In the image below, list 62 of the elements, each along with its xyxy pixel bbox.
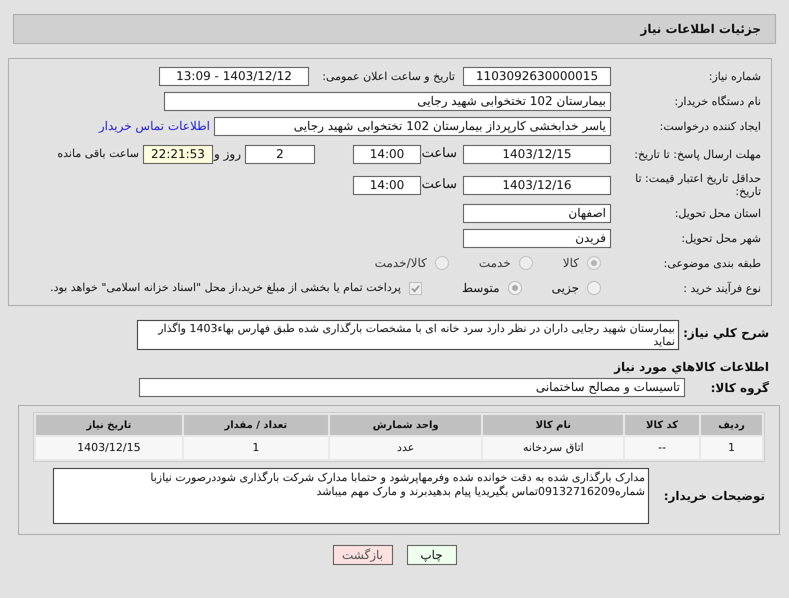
field-label: استان محل تحویل: <box>674 206 761 220</box>
summary-label: شرح کلي نياز: <box>682 325 769 342</box>
radio-button[interactable] <box>587 256 601 270</box>
field-label: نوع فرآیند خرید : <box>682 282 761 294</box>
table-cell: 1 <box>184 437 328 459</box>
goods-group-field[interactable]: تاسیسات و مصالح ساختمانی <box>139 378 685 397</box>
field-label: شهر محل تحویل: <box>680 232 761 244</box>
radio-label: متوسط <box>462 280 500 297</box>
checkbox[interactable] <box>408 282 422 294</box>
table-cell: اتاق سردخانه <box>483 437 624 459</box>
buyer-notes-textarea[interactable]: مدارک بارگذاری شده به دقت خوانده شده وفرمهاپرشود و حتمابا مدارک شرکت بارگذاری شوددرصورت نیازبا شماره09132716209تماس بگیریدیا پیام بدهیدبرند و مارک مهم میباشد <box>53 468 649 524</box>
city-field[interactable]: فریدن <box>463 228 611 248</box>
field-label: حداقل تاریخ اعتبار قیمت: تا تاریخ: <box>634 172 761 198</box>
validity-date-field[interactable]: 1403/12/16 <box>463 176 611 194</box>
radio-button[interactable] <box>587 281 601 295</box>
field-label: نام دستگاه خریدار: <box>673 94 761 108</box>
radio-button[interactable] <box>518 256 533 270</box>
column-header: نام کالا <box>483 415 624 435</box>
radio-label: جزیی <box>552 280 579 297</box>
deadline-time-field[interactable]: 14:00 <box>353 144 421 164</box>
print-button[interactable]: چاپ <box>406 545 456 565</box>
treasury-text: پرداخت تمام یا بخشی از مبلغ خرید،از محل "اسناد خزانه اسلامی" خواهد بود. <box>50 280 401 296</box>
province-field[interactable]: اصفهان <box>463 204 611 222</box>
field-label: ایجاد کننده درخواست: <box>658 120 761 132</box>
table-cell: -- <box>625 437 699 459</box>
radio-button[interactable] <box>508 281 522 295</box>
field-label: مهلت ارسال پاسخ: تا تاریخ: <box>633 148 761 160</box>
radio-label: خدمت <box>478 255 511 272</box>
field-label: طبقه بندی موضوعی: <box>662 256 761 270</box>
column-header: تعداد / مقدار <box>184 415 328 435</box>
buyer-org-field[interactable]: بیمارستان 102 تختخوابی شهید رجایی <box>164 92 611 110</box>
radio-label: کالا/خدمت <box>374 255 427 272</box>
buyer-notes-label: توضیحات خریدار: <box>662 488 765 505</box>
deadline-date-field[interactable]: 1403/12/15 <box>463 144 611 164</box>
summary-textarea[interactable]: بیمارستان شهید رجایی داران در نظر دارد سرد خانه ای با مشخصات بارگذاری شده طبق فهارس بهاء1403 واگذار نماید <box>137 320 679 350</box>
table-cell: 1403/12/15 <box>36 437 182 459</box>
announce-date-field[interactable]: 1403/12/12 - 13:09 <box>159 66 309 86</box>
remaining-time-field[interactable]: 22:21:53 <box>143 144 213 164</box>
table-cell: 1 <box>700 437 762 459</box>
time-label: ساعت <box>421 145 458 164</box>
radio-label: کالا <box>562 255 579 272</box>
requester-field[interactable]: یاسر خدابخشی کارپرداز بیمارستان 102 تختخوابی شهید رجایی <box>214 116 611 136</box>
column-header: تاریخ نیاز <box>36 415 182 435</box>
check-icon <box>410 284 420 292</box>
time-label: ساعت <box>421 176 458 194</box>
days-label: روز و <box>213 146 242 163</box>
column-header: کد کالا <box>625 415 699 435</box>
goods-group-label: گروه کالا: <box>710 380 769 396</box>
page-title: جزئیات اطلاعات نیاز <box>640 21 761 38</box>
column-header: واحد شمارش <box>330 415 482 435</box>
field-label: تاریخ و ساعت اعلان عمومی: <box>321 70 456 82</box>
buyer-contact-link[interactable]: اطلاعات تماس خریدار <box>98 117 210 135</box>
back-button[interactable]: بازگشت <box>332 545 392 565</box>
need-number-field[interactable]: 1103092630000015 <box>463 66 611 86</box>
field-label: شماره نیاز: <box>708 70 761 82</box>
table-cell: عدد <box>330 437 482 459</box>
radio-button[interactable] <box>434 256 449 270</box>
column-header: ردیف <box>700 415 762 435</box>
validity-time-field[interactable]: 14:00 <box>353 176 421 194</box>
remaining-label: ساعت باقی مانده <box>57 146 140 162</box>
section-title: اطلاعات کالاهاي مورد نياز <box>614 360 769 374</box>
days-field[interactable]: 2 <box>245 144 315 164</box>
